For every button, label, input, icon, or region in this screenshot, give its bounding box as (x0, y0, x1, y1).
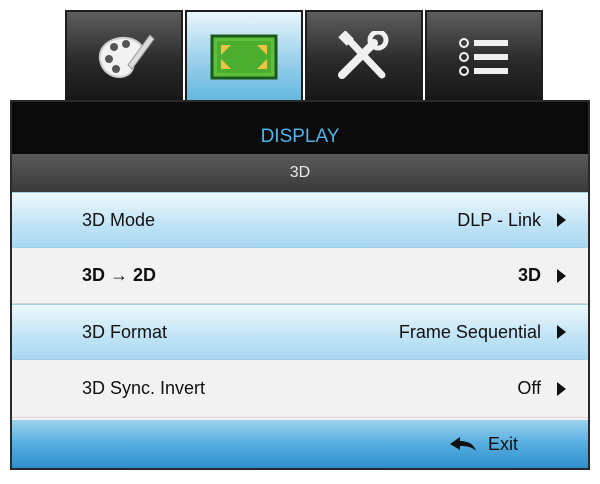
back-arrow-icon (449, 437, 476, 451)
chevron-right-icon (557, 213, 566, 227)
tab-display[interactable] (185, 10, 303, 102)
menu-tabs (65, 10, 545, 102)
menu-row-3d-format[interactable]: 3D Format Frame Sequential (12, 304, 588, 360)
menu-subtitle: 3D (12, 154, 588, 192)
menu-row-3d-to-2d[interactable]: 3D → 2D 3D (12, 248, 588, 304)
row-value: 3D (517, 265, 541, 285)
menu-row-3d-mode[interactable]: 3D Mode DLP - Link (12, 192, 588, 248)
menu-row-3d-sync-invert[interactable]: 3D Sync. Invert Off (12, 360, 588, 418)
chevron-right-icon (557, 381, 566, 396)
row-value: Frame Sequential (398, 321, 541, 342)
row-label: 3D → 2D (82, 265, 157, 285)
palette-icon (98, 34, 155, 78)
menu-title: DISPLAY (12, 102, 588, 154)
menu-footer: Exit (12, 420, 588, 468)
tab-options[interactable] (425, 10, 543, 102)
row-value: DLP - Link (457, 209, 541, 230)
chevron-right-icon (557, 325, 566, 339)
exit-button[interactable]: Exit (448, 420, 518, 468)
row-value: Off (517, 378, 541, 398)
display-icon (210, 34, 278, 80)
chevron-right-icon (557, 268, 566, 283)
row-label: 3D Sync. Invert (82, 378, 206, 398)
tools-icon (338, 31, 389, 79)
osd-menu-panel: DISPLAY 3D 3D Mode DLP - Link 3D → 2D 3D… (10, 100, 590, 470)
tab-image[interactable] (65, 10, 183, 102)
exit-label: Exit (487, 433, 518, 454)
tab-setup[interactable] (305, 10, 423, 102)
list-icon (459, 38, 508, 76)
row-label: 3D Format (82, 321, 168, 342)
row-label: 3D Mode (82, 209, 156, 230)
